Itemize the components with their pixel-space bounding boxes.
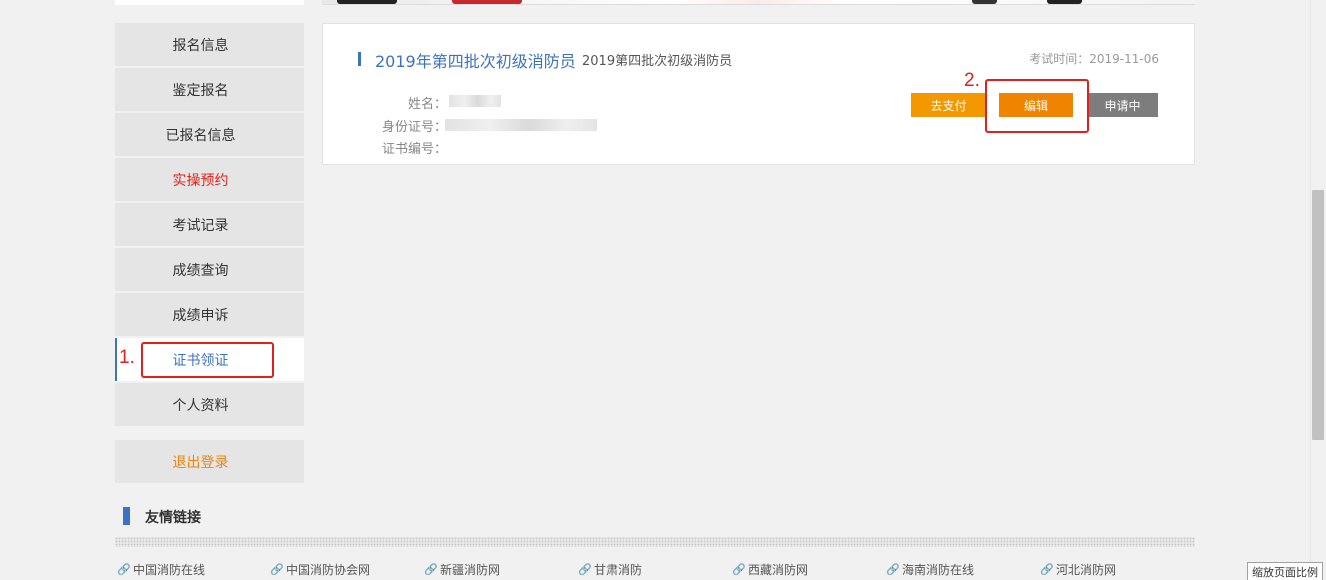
- redacted-id-number: [445, 119, 597, 131]
- friend-link-label: 中国消防在线: [133, 563, 206, 577]
- sidebar-item-score-query[interactable]: 成绩查询: [115, 248, 304, 291]
- friend-link[interactable]: 🔗 新疆消防网: [424, 561, 500, 578]
- annotation-step-1-label: 1.: [119, 347, 135, 368]
- sidebar-item-label: 已报名信息: [165, 127, 236, 144]
- friend-link-label: 海南消防在线: [902, 563, 975, 577]
- card-subtitle: 2019第四批次初级消防员: [582, 54, 733, 69]
- friend-link[interactable]: 🔗 中国消防在线: [117, 561, 205, 578]
- friend-links-accent-bar: [123, 507, 130, 525]
- friend-link-label: 河北消防网: [1056, 563, 1117, 577]
- link-icon: 🔗: [1040, 562, 1054, 576]
- sidebar-top-edge: [115, 0, 304, 5]
- friend-link-label: 西藏消防网: [748, 563, 809, 577]
- name-label: 姓名：: [407, 97, 447, 112]
- friend-link-label: 中国消防协会网: [286, 563, 371, 577]
- annotation-box-edit: [985, 79, 1089, 133]
- sidebar-item-label: 鉴定报名: [172, 82, 229, 99]
- sidebar-item-registered-info[interactable]: 已报名信息: [115, 113, 304, 156]
- sidebar-item-exam-records[interactable]: 考试记录: [115, 203, 304, 246]
- sidebar-item-label: 考试记录: [172, 217, 229, 234]
- friend-link-label: 甘肃消防: [594, 563, 643, 577]
- applying-status-button[interactable]: 申请中: [1087, 93, 1158, 117]
- logout-label: 退出登录: [172, 454, 229, 471]
- annotation-step-2-label: 2.: [964, 70, 980, 91]
- friend-link[interactable]: 🔗 河北消防网: [1040, 561, 1116, 578]
- link-icon: 🔗: [117, 562, 131, 576]
- banner-decoration: [972, 0, 997, 4]
- title-accent-bar: [358, 52, 361, 66]
- pay-button[interactable]: 去支付: [911, 93, 986, 117]
- certificate-number-label: 证书编号：: [381, 142, 447, 157]
- id-number-label: 身份证号：: [381, 120, 447, 135]
- redacted-name: [449, 95, 501, 107]
- sidebar-item-personal-profile[interactable]: 个人资料: [115, 383, 304, 426]
- sidebar-item-label: 个人资料: [172, 397, 229, 414]
- vertical-scrollbar[interactable]: [1310, 0, 1326, 580]
- dotted-divider: [115, 537, 1195, 547]
- banner-decoration: [1047, 0, 1082, 4]
- link-icon: 🔗: [886, 562, 900, 576]
- friend-link-label: 新疆消防网: [440, 563, 501, 577]
- sidebar-item-registration-info[interactable]: 报名信息: [115, 23, 304, 66]
- banner-image-edge: [322, 0, 1195, 5]
- link-icon: 🔗: [578, 562, 592, 576]
- scrollbar-thumb[interactable]: [1312, 190, 1324, 440]
- logout-button[interactable]: 退出登录: [115, 440, 304, 483]
- sidebar-item-label: 报名信息: [172, 37, 229, 54]
- link-icon: 🔗: [732, 562, 746, 576]
- card-title: 2019年第四批次初级消防员: [375, 52, 576, 71]
- sidebar-item-label: 实操预约: [172, 172, 229, 189]
- sidebar-item-practical-booking[interactable]: 实操预约: [115, 158, 304, 201]
- sidebar-item-label: 成绩查询: [172, 262, 229, 279]
- link-icon: 🔗: [424, 562, 438, 576]
- zoom-tooltip: 缩放页面比例: [1247, 562, 1323, 580]
- sidebar-item-appraisal-registration[interactable]: 鉴定报名: [115, 68, 304, 111]
- sidebar-item-score-appeal[interactable]: 成绩申诉: [115, 293, 304, 336]
- friend-link[interactable]: 🔗 西藏消防网: [732, 561, 808, 578]
- annotation-box-certificate: [141, 342, 274, 378]
- friend-link[interactable]: 🔗 海南消防在线: [886, 561, 974, 578]
- link-icon: 🔗: [270, 562, 284, 576]
- banner-decoration: [337, 0, 397, 4]
- friend-link[interactable]: 🔗 甘肃消防: [578, 561, 642, 578]
- banner-decoration: [452, 0, 522, 4]
- friend-link[interactable]: 🔗 中国消防协会网: [270, 561, 370, 578]
- exam-time: 考试时间：2019-11-06: [1029, 52, 1159, 66]
- friend-links-title: 友情链接: [145, 510, 201, 526]
- sidebar-item-label: 成绩申诉: [172, 307, 229, 324]
